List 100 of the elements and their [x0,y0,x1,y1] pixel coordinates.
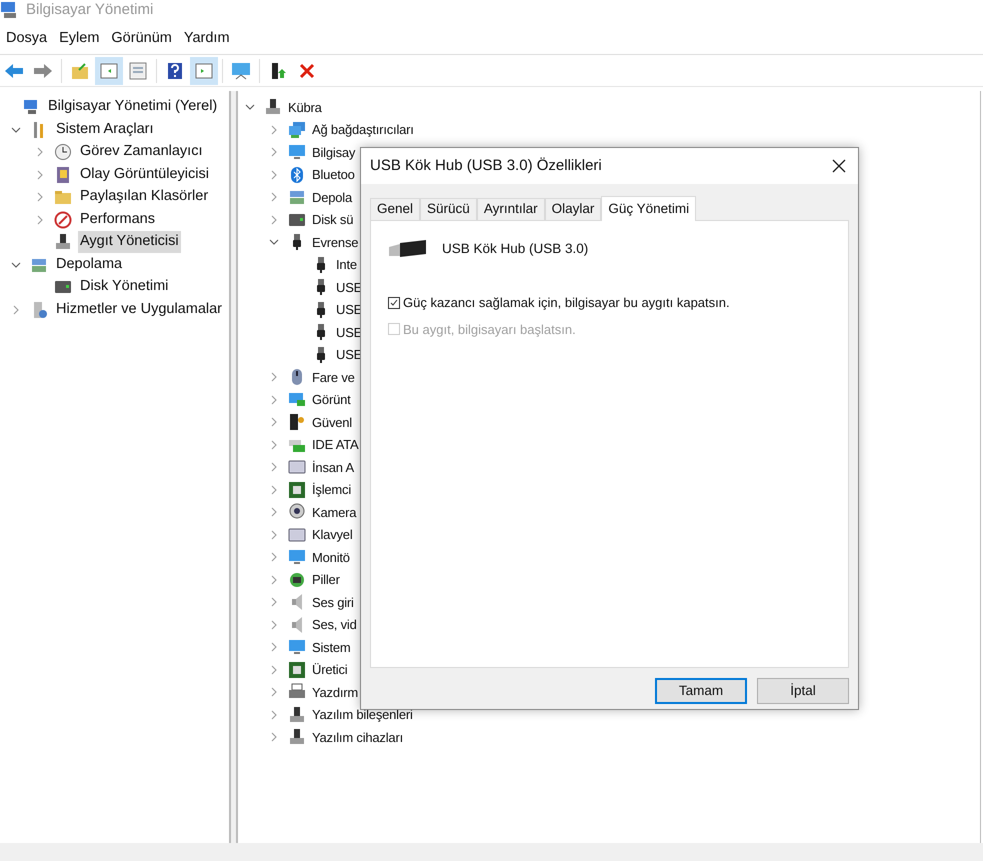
tab[interactable]: Ayrıntılar [476,198,545,220]
back-arrow-icon [4,62,24,78]
chevron-right-icon[interactable] [271,732,277,742]
tree-item[interactable]: Kübra [286,98,324,117]
tree-item[interactable]: Klavyel [310,525,355,544]
tree-item[interactable]: Hizmetler ve Uygulamalar [54,298,224,321]
tree-item[interactable]: Depolama [54,254,124,276]
keyboard-icon [288,526,306,544]
tree-item[interactable]: Görünt [310,390,353,410]
tree-item[interactable]: USE [334,300,364,320]
tree-item[interactable]: IDE ATA [310,435,361,454]
chevron-down-icon[interactable] [11,126,21,133]
window-title: Bilgisayar Yönetimi [26,0,154,20]
chevron-right-icon[interactable] [13,304,19,315]
dialog-title: USB Kök Hub (USB 3.0) Özellikleri [370,156,602,176]
tree-item[interactable]: Sistem Araçları [54,118,156,141]
tree-item[interactable]: Ses, vid [310,615,359,634]
chevron-down-icon[interactable] [245,104,255,110]
tab[interactable]: Sürücü [420,198,477,220]
tree-item[interactable]: Piller [310,570,342,590]
keyboard-icon [288,458,306,476]
chevron-right-icon[interactable] [37,214,43,225]
chevron-down-icon[interactable] [11,262,21,268]
tree-item[interactable]: Disk sü [310,210,356,230]
chevron-down-icon[interactable] [269,239,279,246]
chevron-right-icon[interactable] [271,372,277,382]
tree-item[interactable]: Bilgisayar Yönetimi (Yerel) [46,96,220,118]
webcam-icon [288,503,306,522]
chevron-right-icon[interactable] [271,507,277,518]
tree-item[interactable]: Evrense [310,232,360,252]
forward-arrow-icon [33,62,53,78]
tree-item[interactable]: Aygıt Yöneticisi [78,231,181,254]
tree-item[interactable]: Bilgisay [310,142,358,162]
menu-item[interactable]: Dosya [0,28,54,50]
chevron-right-icon[interactable] [37,170,43,180]
tree-item[interactable]: Inte [334,255,359,274]
pane-icon [100,62,118,78]
chevron-right-icon[interactable] [271,574,277,585]
menu-item[interactable]: Eylem [53,28,106,50]
dialog-button[interactable]: İptal [757,678,849,704]
tree-item[interactable]: Sistem [310,638,353,657]
tree-item[interactable]: Yazılım cihazları [310,728,405,747]
chevron-right-icon[interactable] [271,484,277,495]
device-icon [270,62,286,80]
menu-item[interactable]: Görünüm [105,28,178,50]
tree-item[interactable]: Güvenl [310,412,354,432]
chevron-right-icon[interactable] [271,710,277,720]
tree-item[interactable]: USE [334,322,364,342]
tree-item[interactable]: Monitö [310,548,352,567]
chevron-right-icon[interactable] [271,214,277,225]
dialog-button[interactable]: Tamam [655,678,747,704]
tree-item[interactable]: Görev Zamanlayıcı [78,141,204,164]
chevron-right-icon[interactable] [271,124,277,135]
storage-icon [288,188,306,206]
chevron-right-icon[interactable] [37,192,43,202]
chevron-right-icon[interactable] [271,552,277,562]
tree-item[interactable]: Üretici [310,660,350,680]
chip-icon [288,480,306,499]
tree-item[interactable]: Paylaşılan Klasörler [78,186,210,208]
checkbox[interactable] [388,296,400,309]
tree-item[interactable]: USE [334,278,364,297]
tree-item[interactable]: İnsan A [310,458,356,477]
delete-icon [299,62,315,78]
chevron-right-icon[interactable] [271,394,277,405]
chevron-right-icon[interactable] [271,440,277,450]
tree-item[interactable]: Performans [78,208,157,231]
chevron-right-icon[interactable] [271,530,277,540]
tree-item[interactable]: Fare ve [310,368,357,387]
tree-item[interactable]: Bluetoo [310,165,357,184]
tab[interactable]: Güç Yönetimi [601,196,696,221]
tree-item[interactable]: Olay Görüntüleyicisi [78,164,211,186]
chevron-right-icon[interactable] [271,170,277,180]
chevron-right-icon[interactable] [271,664,277,675]
tree-item[interactable]: Yazdırm [310,682,360,702]
chevron-right-icon[interactable] [271,192,277,202]
tree-item[interactable]: Depola [310,188,354,207]
window-icon [129,62,147,80]
chevron-right-icon[interactable] [271,462,277,472]
tab[interactable]: Olaylar [544,198,602,220]
chevron-right-icon[interactable] [37,147,43,158]
device-icon [54,233,72,252]
tab[interactable]: Genel [370,198,420,220]
tree-item[interactable]: Ses giri [310,592,356,612]
chevron-right-icon[interactable] [271,642,277,652]
display-icon [288,390,306,409]
device-name: USB Kök Hub (USB 3.0) [442,240,588,258]
chevron-right-icon[interactable] [271,620,277,630]
chevron-right-icon[interactable] [271,687,277,698]
chevron-right-icon[interactable] [271,597,277,608]
chevron-right-icon[interactable] [271,417,277,428]
tree-item[interactable]: Ağ bağdaştırıcıları [310,120,416,140]
close-icon[interactable] [832,159,846,173]
tree-item[interactable]: Disk Yönetimi [78,276,170,298]
menu-item[interactable]: Yardım [178,28,236,50]
device-icon [288,728,306,746]
chevron-right-icon[interactable] [271,147,277,158]
tree-item[interactable]: USE [334,345,364,364]
device-icon [264,98,282,116]
tree-item[interactable]: Kamera [310,502,358,522]
tree-item[interactable]: İşlemci [310,480,354,500]
